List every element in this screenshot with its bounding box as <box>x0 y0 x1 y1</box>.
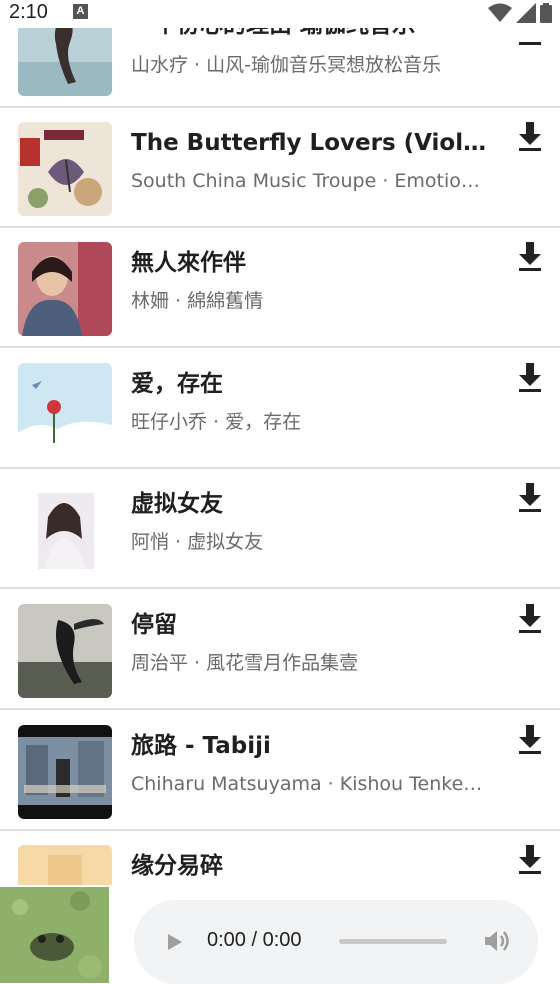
album-cover[interactable] <box>18 604 112 698</box>
status-icons <box>488 2 552 24</box>
play-icon[interactable] <box>164 932 184 952</box>
battery-icon <box>540 3 552 23</box>
album-cover[interactable] <box>18 122 112 216</box>
track-title: 無人來作伴 <box>131 250 246 276</box>
playback-time: 0:00 / 0:00 <box>207 929 302 951</box>
butterfly-cover <box>18 122 112 216</box>
volume-icon[interactable] <box>483 928 511 954</box>
album-cover[interactable] <box>18 483 112 577</box>
download-icon[interactable] <box>517 604 543 634</box>
track-title: 旅路 - Tabiji <box>131 733 271 759</box>
track-subtitle: 阿悄 · 虚拟女友 <box>131 531 264 553</box>
rose-cover <box>18 363 112 457</box>
signal-icon <box>516 3 536 23</box>
street-cover <box>18 725 112 819</box>
audio-player: 0:00 / 0:00 <box>134 900 538 984</box>
bw-cover <box>18 604 112 698</box>
status-time: 2:10 <box>9 1 48 23</box>
download-icon[interactable] <box>517 363 543 393</box>
album-cover[interactable] <box>18 242 112 336</box>
track-subtitle: 山水疗 · 山风-瑜伽音乐冥想放松音乐 <box>131 54 441 76</box>
track-subtitle: 林姍 · 綿綿舊情 <box>131 290 264 312</box>
download-icon[interactable] <box>517 122 543 152</box>
frog-thumb <box>0 887 109 983</box>
track-subtitle: South China Music Troupe · Emotional <box>131 170 486 192</box>
status-bar: 2:10 A <box>0 0 560 28</box>
now-playing-thumbnail[interactable] <box>0 887 109 983</box>
track-row[interactable]: 虚拟女友 阿悄 · 虚拟女友 <box>0 469 560 589</box>
track-subtitle: Chiharu Matsuyama · Kishou Tenketsu <box>131 773 486 795</box>
seek-slider[interactable] <box>339 939 447 944</box>
portrait-cover <box>18 242 112 336</box>
download-icon[interactable] <box>517 483 543 513</box>
track-row[interactable]: 旅路 - Tabiji Chiharu Matsuyama · Kishou T… <box>0 711 560 831</box>
track-title: 缘分易碎 <box>131 853 223 879</box>
track-row[interactable]: The Butterfly Lovers (Violin Concerto) S… <box>0 108 560 228</box>
download-icon[interactable] <box>517 242 543 272</box>
download-icon[interactable] <box>517 725 543 755</box>
girl-cover <box>18 483 112 577</box>
wifi-icon <box>488 3 512 22</box>
download-icon[interactable] <box>517 845 543 875</box>
track-subtitle: 旺仔小乔 · 爱，存在 <box>131 411 302 433</box>
track-title: The Butterfly Lovers (Violin Concerto) <box>131 130 491 156</box>
track-title: 停留 <box>131 612 177 638</box>
notification-badge-icon: A <box>73 4 88 19</box>
track-row[interactable]: 無人來作伴 林姍 · 綿綿舊情 <box>0 228 560 348</box>
album-cover[interactable] <box>18 363 112 457</box>
album-cover[interactable] <box>18 725 112 819</box>
track-title: 爱，存在 <box>131 371 223 397</box>
track-row[interactable]: 停留 周治平 · 風花雪月作品集壹 <box>0 590 560 710</box>
track-row[interactable]: 爱，存在 旺仔小乔 · 爱，存在 <box>0 349 560 469</box>
player-bar: 0:00 / 0:00 <box>0 885 560 984</box>
track-subtitle: 周治平 · 風花雪月作品集壹 <box>131 652 359 674</box>
track-title: 虚拟女友 <box>131 491 223 517</box>
